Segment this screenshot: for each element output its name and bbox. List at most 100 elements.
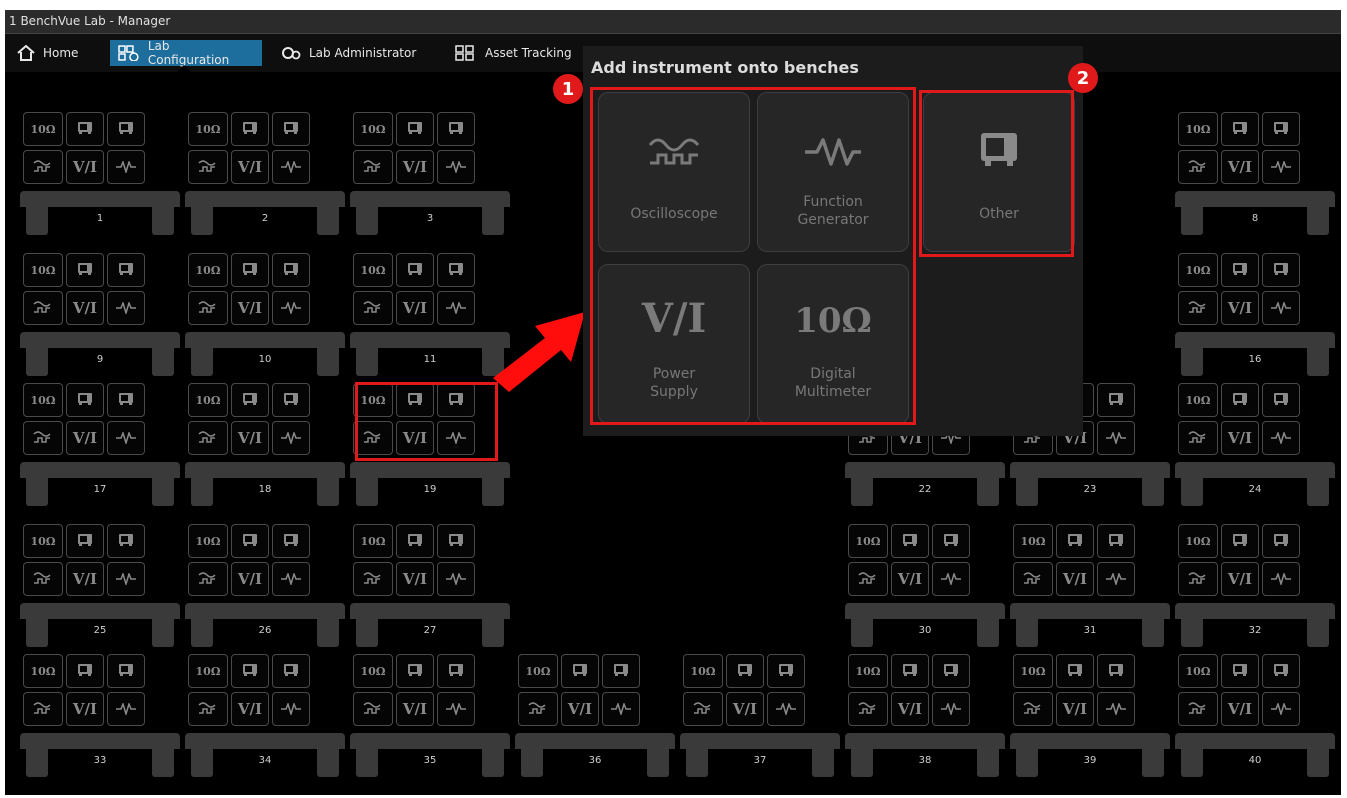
power-supply-slot[interactable]: V/I xyxy=(396,291,434,325)
multimeter-slot[interactable]: 10Ω xyxy=(188,253,228,287)
instrument-slot[interactable] xyxy=(231,654,269,688)
function-generator-slot[interactable] xyxy=(107,150,145,184)
power-supply-slot[interactable]: V/I xyxy=(396,692,434,726)
bench-30[interactable]: 10Ω V/I 30 xyxy=(845,524,1005,652)
function-generator-slot[interactable] xyxy=(272,692,310,726)
function-generator-slot[interactable] xyxy=(272,421,310,455)
function-generator-slot[interactable] xyxy=(1262,692,1300,726)
power-supply-slot[interactable]: V/I xyxy=(1221,692,1259,726)
power-supply-slot[interactable]: V/I xyxy=(231,692,269,726)
oscilloscope-slot[interactable] xyxy=(353,562,393,596)
bench-31[interactable]: 10Ω V/I 31 xyxy=(1010,524,1170,652)
instrument-slot[interactable] xyxy=(1056,524,1094,558)
multimeter-slot[interactable]: 10Ω xyxy=(848,524,888,558)
bench-24[interactable]: 10Ω V/I 24 xyxy=(1175,383,1335,511)
power-supply-slot[interactable]: V/I xyxy=(66,291,104,325)
instrument-slot[interactable] xyxy=(1221,112,1259,146)
multimeter-slot[interactable]: 10Ω xyxy=(188,654,228,688)
power-supply-slot[interactable]: V/I xyxy=(396,150,434,184)
instrument-slot[interactable] xyxy=(272,383,310,417)
power-supply-slot[interactable]: V/I xyxy=(231,150,269,184)
oscilloscope-slot[interactable] xyxy=(353,291,393,325)
function-generator-slot[interactable] xyxy=(932,692,970,726)
bench-2[interactable]: 10Ω V/I 2 xyxy=(185,112,345,240)
instrument-slot[interactable] xyxy=(272,654,310,688)
bench-18[interactable]: 10Ω V/I 18 xyxy=(185,383,345,511)
bench-33[interactable]: 10Ω V/I 33 xyxy=(20,654,180,782)
bench-40[interactable]: 10Ω V/I 40 xyxy=(1175,654,1335,782)
multimeter-slot[interactable]: 10Ω xyxy=(1178,654,1218,688)
function-generator-slot[interactable] xyxy=(1097,562,1135,596)
multimeter-slot[interactable]: 10Ω xyxy=(353,253,393,287)
instrument-slot[interactable] xyxy=(1262,654,1300,688)
bench-1[interactable]: 10Ω V/I 1 xyxy=(20,112,180,240)
function-generator-slot[interactable] xyxy=(272,562,310,596)
instrument-slot[interactable] xyxy=(107,253,145,287)
multimeter-slot[interactable]: 10Ω xyxy=(848,654,888,688)
power-supply-slot[interactable]: V/I xyxy=(66,562,104,596)
oscilloscope-slot[interactable] xyxy=(188,421,228,455)
multimeter-slot[interactable]: 10Ω xyxy=(518,654,558,688)
power-supply-slot[interactable]: V/I xyxy=(66,692,104,726)
power-supply-slot[interactable]: V/I xyxy=(231,562,269,596)
multimeter-slot[interactable]: 10Ω xyxy=(23,253,63,287)
bench-16[interactable]: 10Ω V/I 16 xyxy=(1175,253,1335,381)
instrument-slot[interactable] xyxy=(231,112,269,146)
instrument-slot[interactable] xyxy=(767,654,805,688)
power-supply-slot[interactable]: V/I xyxy=(1221,421,1259,455)
multimeter-slot[interactable]: 10Ω xyxy=(1178,524,1218,558)
oscilloscope-slot[interactable] xyxy=(353,150,393,184)
instrument-slot[interactable] xyxy=(396,524,434,558)
bench-34[interactable]: 10Ω V/I 34 xyxy=(185,654,345,782)
function-generator-slot[interactable] xyxy=(767,692,805,726)
multimeter-slot[interactable]: 10Ω xyxy=(353,112,393,146)
instrument-slot[interactable] xyxy=(437,112,475,146)
function-generator-slot[interactable] xyxy=(437,291,475,325)
bench-37[interactable]: 10Ω V/I 37 xyxy=(680,654,840,782)
instrument-slot[interactable] xyxy=(1221,654,1259,688)
power-supply-slot[interactable]: V/I xyxy=(66,150,104,184)
power-supply-slot[interactable]: V/I xyxy=(66,421,104,455)
instrument-slot[interactable] xyxy=(66,112,104,146)
power-supply-slot[interactable]: V/I xyxy=(726,692,764,726)
bench-26[interactable]: 10Ω V/I 26 xyxy=(185,524,345,652)
oscilloscope-slot[interactable] xyxy=(1178,562,1218,596)
function-generator-slot[interactable] xyxy=(107,421,145,455)
function-generator-slot[interactable] xyxy=(932,562,970,596)
multimeter-slot[interactable]: 10Ω xyxy=(188,524,228,558)
oscilloscope-slot[interactable] xyxy=(23,692,63,726)
instrument-slot[interactable] xyxy=(272,112,310,146)
instrument-slot[interactable] xyxy=(231,383,269,417)
oscilloscope-slot[interactable] xyxy=(848,562,888,596)
instrument-slot[interactable] xyxy=(1262,524,1300,558)
multimeter-slot[interactable]: 10Ω xyxy=(23,524,63,558)
instrument-slot[interactable] xyxy=(1221,253,1259,287)
bench-9[interactable]: 10Ω V/I 9 xyxy=(20,253,180,381)
function-generator-slot[interactable] xyxy=(107,692,145,726)
power-supply-slot[interactable]: V/I xyxy=(1221,291,1259,325)
function-generator-slot[interactable] xyxy=(437,562,475,596)
bench-3[interactable]: 10Ω V/I 3 xyxy=(350,112,510,240)
bench-27[interactable]: 10Ω V/I 27 xyxy=(350,524,510,652)
instrument-slot[interactable] xyxy=(107,112,145,146)
oscilloscope-slot[interactable] xyxy=(23,421,63,455)
instrument-slot[interactable] xyxy=(272,524,310,558)
function-generator-slot[interactable] xyxy=(1262,562,1300,596)
instrument-slot[interactable] xyxy=(231,524,269,558)
oscilloscope-slot[interactable] xyxy=(1013,562,1053,596)
oscilloscope-slot[interactable] xyxy=(1178,291,1218,325)
instrument-slot[interactable] xyxy=(1262,383,1300,417)
bench-32[interactable]: 10Ω V/I 32 xyxy=(1175,524,1335,652)
multimeter-slot[interactable]: 10Ω xyxy=(353,524,393,558)
multimeter-slot[interactable]: 10Ω xyxy=(1178,383,1218,417)
instrument-slot[interactable] xyxy=(396,112,434,146)
instrument-slot[interactable] xyxy=(437,654,475,688)
function-generator-slot[interactable] xyxy=(1097,421,1135,455)
multimeter-slot[interactable]: 10Ω xyxy=(1013,524,1053,558)
multimeter-slot[interactable]: 10Ω xyxy=(23,654,63,688)
oscilloscope-slot[interactable] xyxy=(23,291,63,325)
function-generator-slot[interactable] xyxy=(107,291,145,325)
oscilloscope-slot[interactable] xyxy=(188,692,228,726)
function-generator-slot[interactable] xyxy=(272,291,310,325)
instrument-slot[interactable] xyxy=(1097,383,1135,417)
